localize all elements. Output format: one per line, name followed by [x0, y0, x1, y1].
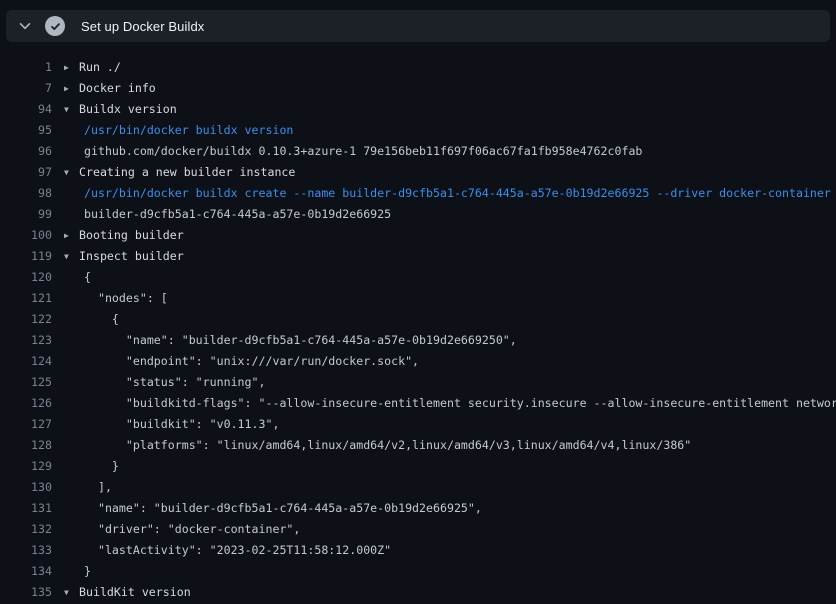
output-text: "endpoint": "unix:///var/run/docker.sock…: [64, 351, 419, 372]
step-header[interactable]: Set up Docker Buildx: [6, 10, 830, 42]
line-number[interactable]: 97: [0, 162, 52, 183]
line-number[interactable]: 132: [0, 519, 52, 540]
command-text: /usr/bin/docker buildx create --name bui…: [64, 183, 831, 204]
group-title: Run ./: [79, 60, 121, 74]
triangle-right-icon: ▶: [64, 225, 79, 246]
line-number[interactable]: 127: [0, 414, 52, 435]
output-text: "name": "builder-d9cfb5a1-c764-445a-a57e…: [64, 330, 517, 351]
log-line: 122 {: [0, 309, 836, 330]
output-text: "buildkitd-flags": "--allow-insecure-ent…: [64, 393, 836, 414]
line-number[interactable]: 133: [0, 540, 52, 561]
log-line: 124 "endpoint": "unix:///var/run/docker.…: [0, 351, 836, 372]
line-number[interactable]: 119: [0, 246, 52, 267]
log-line: 132 "driver": "docker-container",: [0, 519, 836, 540]
log-line: 1 ▶Run ./: [0, 57, 836, 78]
line-number[interactable]: 124: [0, 351, 52, 372]
log-line: 100 ▶Booting builder: [0, 225, 836, 246]
log-line: 125 "status": "running",: [0, 372, 836, 393]
log-line: 126 "buildkitd-flags": "--allow-insecure…: [0, 393, 836, 414]
check-circle-icon: [45, 16, 65, 36]
group-header[interactable]: ▼Inspect builder: [64, 246, 184, 267]
log-line: 130 ],: [0, 477, 836, 498]
triangle-down-icon: ▼: [64, 246, 79, 267]
group-header[interactable]: ▶Docker info: [64, 78, 156, 99]
line-number[interactable]: 135: [0, 582, 52, 603]
output-text: "status": "running",: [64, 372, 265, 393]
triangle-down-icon: ▼: [64, 582, 79, 603]
log-line: 135 ▼BuildKit version: [0, 582, 836, 603]
line-number[interactable]: 134: [0, 561, 52, 582]
triangle-right-icon: ▶: [64, 78, 79, 99]
triangle-right-icon: ▶: [64, 57, 79, 78]
group-header[interactable]: ▼Creating a new builder instance: [64, 162, 295, 183]
line-number[interactable]: 95: [0, 120, 52, 141]
line-number[interactable]: 128: [0, 435, 52, 456]
group-title: Inspect builder: [79, 249, 184, 263]
log-line: 134}: [0, 561, 836, 582]
log-line: 96 github.com/docker/buildx 0.10.3+azure-…: [0, 141, 836, 162]
log-line: 123 "name": "builder-d9cfb5a1-c764-445a-…: [0, 330, 836, 351]
log-line: 94 ▼Buildx version: [0, 99, 836, 120]
output-text: ],: [64, 477, 112, 498]
line-number[interactable]: 122: [0, 309, 52, 330]
output-text: }: [64, 456, 119, 477]
line-number[interactable]: 1: [0, 57, 52, 78]
line-number[interactable]: 121: [0, 288, 52, 309]
log-line: 133 "lastActivity": "2023-02-25T11:58:12…: [0, 540, 836, 561]
line-number[interactable]: 126: [0, 393, 52, 414]
log-lines: 1▶Run ./7▶Docker info94▼Buildx version95…: [0, 57, 836, 604]
log-line: 120 {: [0, 267, 836, 288]
log-line: 127 "buildkit": "v0.11.3",: [0, 414, 836, 435]
triangle-down-icon: ▼: [64, 99, 79, 120]
output-text: builder-d9cfb5a1-c764-445a-a57e-0b19d2e6…: [64, 204, 391, 225]
log-line: 131 "name": "builder-d9cfb5a1-c764-445a-…: [0, 498, 836, 519]
group-title: Creating a new builder instance: [79, 165, 295, 179]
group-title: Docker info: [79, 81, 156, 95]
group-title: Buildx version: [79, 102, 177, 116]
group-header[interactable]: ▼BuildKit version: [64, 582, 191, 603]
output-text: }: [64, 561, 91, 582]
triangle-down-icon: ▼: [64, 162, 79, 183]
output-text: "lastActivity": "2023-02-25T11:58:12.000…: [64, 540, 391, 561]
log-line: 97 ▼Creating a new builder instance: [0, 162, 836, 183]
output-text: "platforms": "linux/amd64,linux/amd64/v2…: [64, 435, 691, 456]
log-line: 98/usr/bin/docker buildx create --name b…: [0, 183, 836, 204]
output-text: {: [64, 309, 119, 330]
line-number[interactable]: 125: [0, 372, 52, 393]
group-header[interactable]: ▶Run ./: [64, 57, 121, 78]
line-number[interactable]: 98: [0, 183, 52, 204]
group-header[interactable]: ▶Booting builder: [64, 225, 184, 246]
output-text: github.com/docker/buildx 0.10.3+azure-1 …: [64, 141, 642, 162]
step-title: Set up Docker Buildx: [81, 19, 204, 34]
group-title: BuildKit version: [79, 585, 191, 599]
output-text: {: [64, 267, 91, 288]
line-number[interactable]: 130: [0, 477, 52, 498]
log-line: 129 }: [0, 456, 836, 477]
line-number[interactable]: 94: [0, 99, 52, 120]
line-number[interactable]: 96: [0, 141, 52, 162]
line-number[interactable]: 100: [0, 225, 52, 246]
line-number[interactable]: 129: [0, 456, 52, 477]
group-header[interactable]: ▼Buildx version: [64, 99, 177, 120]
line-number[interactable]: 120: [0, 267, 52, 288]
chevron-down-icon[interactable]: [18, 19, 32, 33]
output-text: "buildkit": "v0.11.3",: [64, 414, 279, 435]
group-title: Booting builder: [79, 228, 184, 242]
output-text: "nodes": [: [64, 288, 168, 309]
output-text: "name": "builder-d9cfb5a1-c764-445a-a57e…: [64, 498, 482, 519]
log-area: 1▶Run ./7▶Docker info94▼Buildx version95…: [0, 42, 836, 604]
line-number[interactable]: 7: [0, 78, 52, 99]
line-number[interactable]: 123: [0, 330, 52, 351]
log-line: 99 builder-d9cfb5a1-c764-445a-a57e-0b19d2…: [0, 204, 836, 225]
command-text: /usr/bin/docker buildx version: [64, 120, 293, 141]
log-line: 121 "nodes": [: [0, 288, 836, 309]
log-line: 119 ▼Inspect builder: [0, 246, 836, 267]
line-number[interactable]: 131: [0, 498, 52, 519]
log-line: 128 "platforms": "linux/amd64,linux/amd6…: [0, 435, 836, 456]
log-line: 95/usr/bin/docker buildx version: [0, 120, 836, 141]
line-number[interactable]: 99: [0, 204, 52, 225]
log-line: 7 ▶Docker info: [0, 78, 836, 99]
output-text: "driver": "docker-container",: [64, 519, 300, 540]
